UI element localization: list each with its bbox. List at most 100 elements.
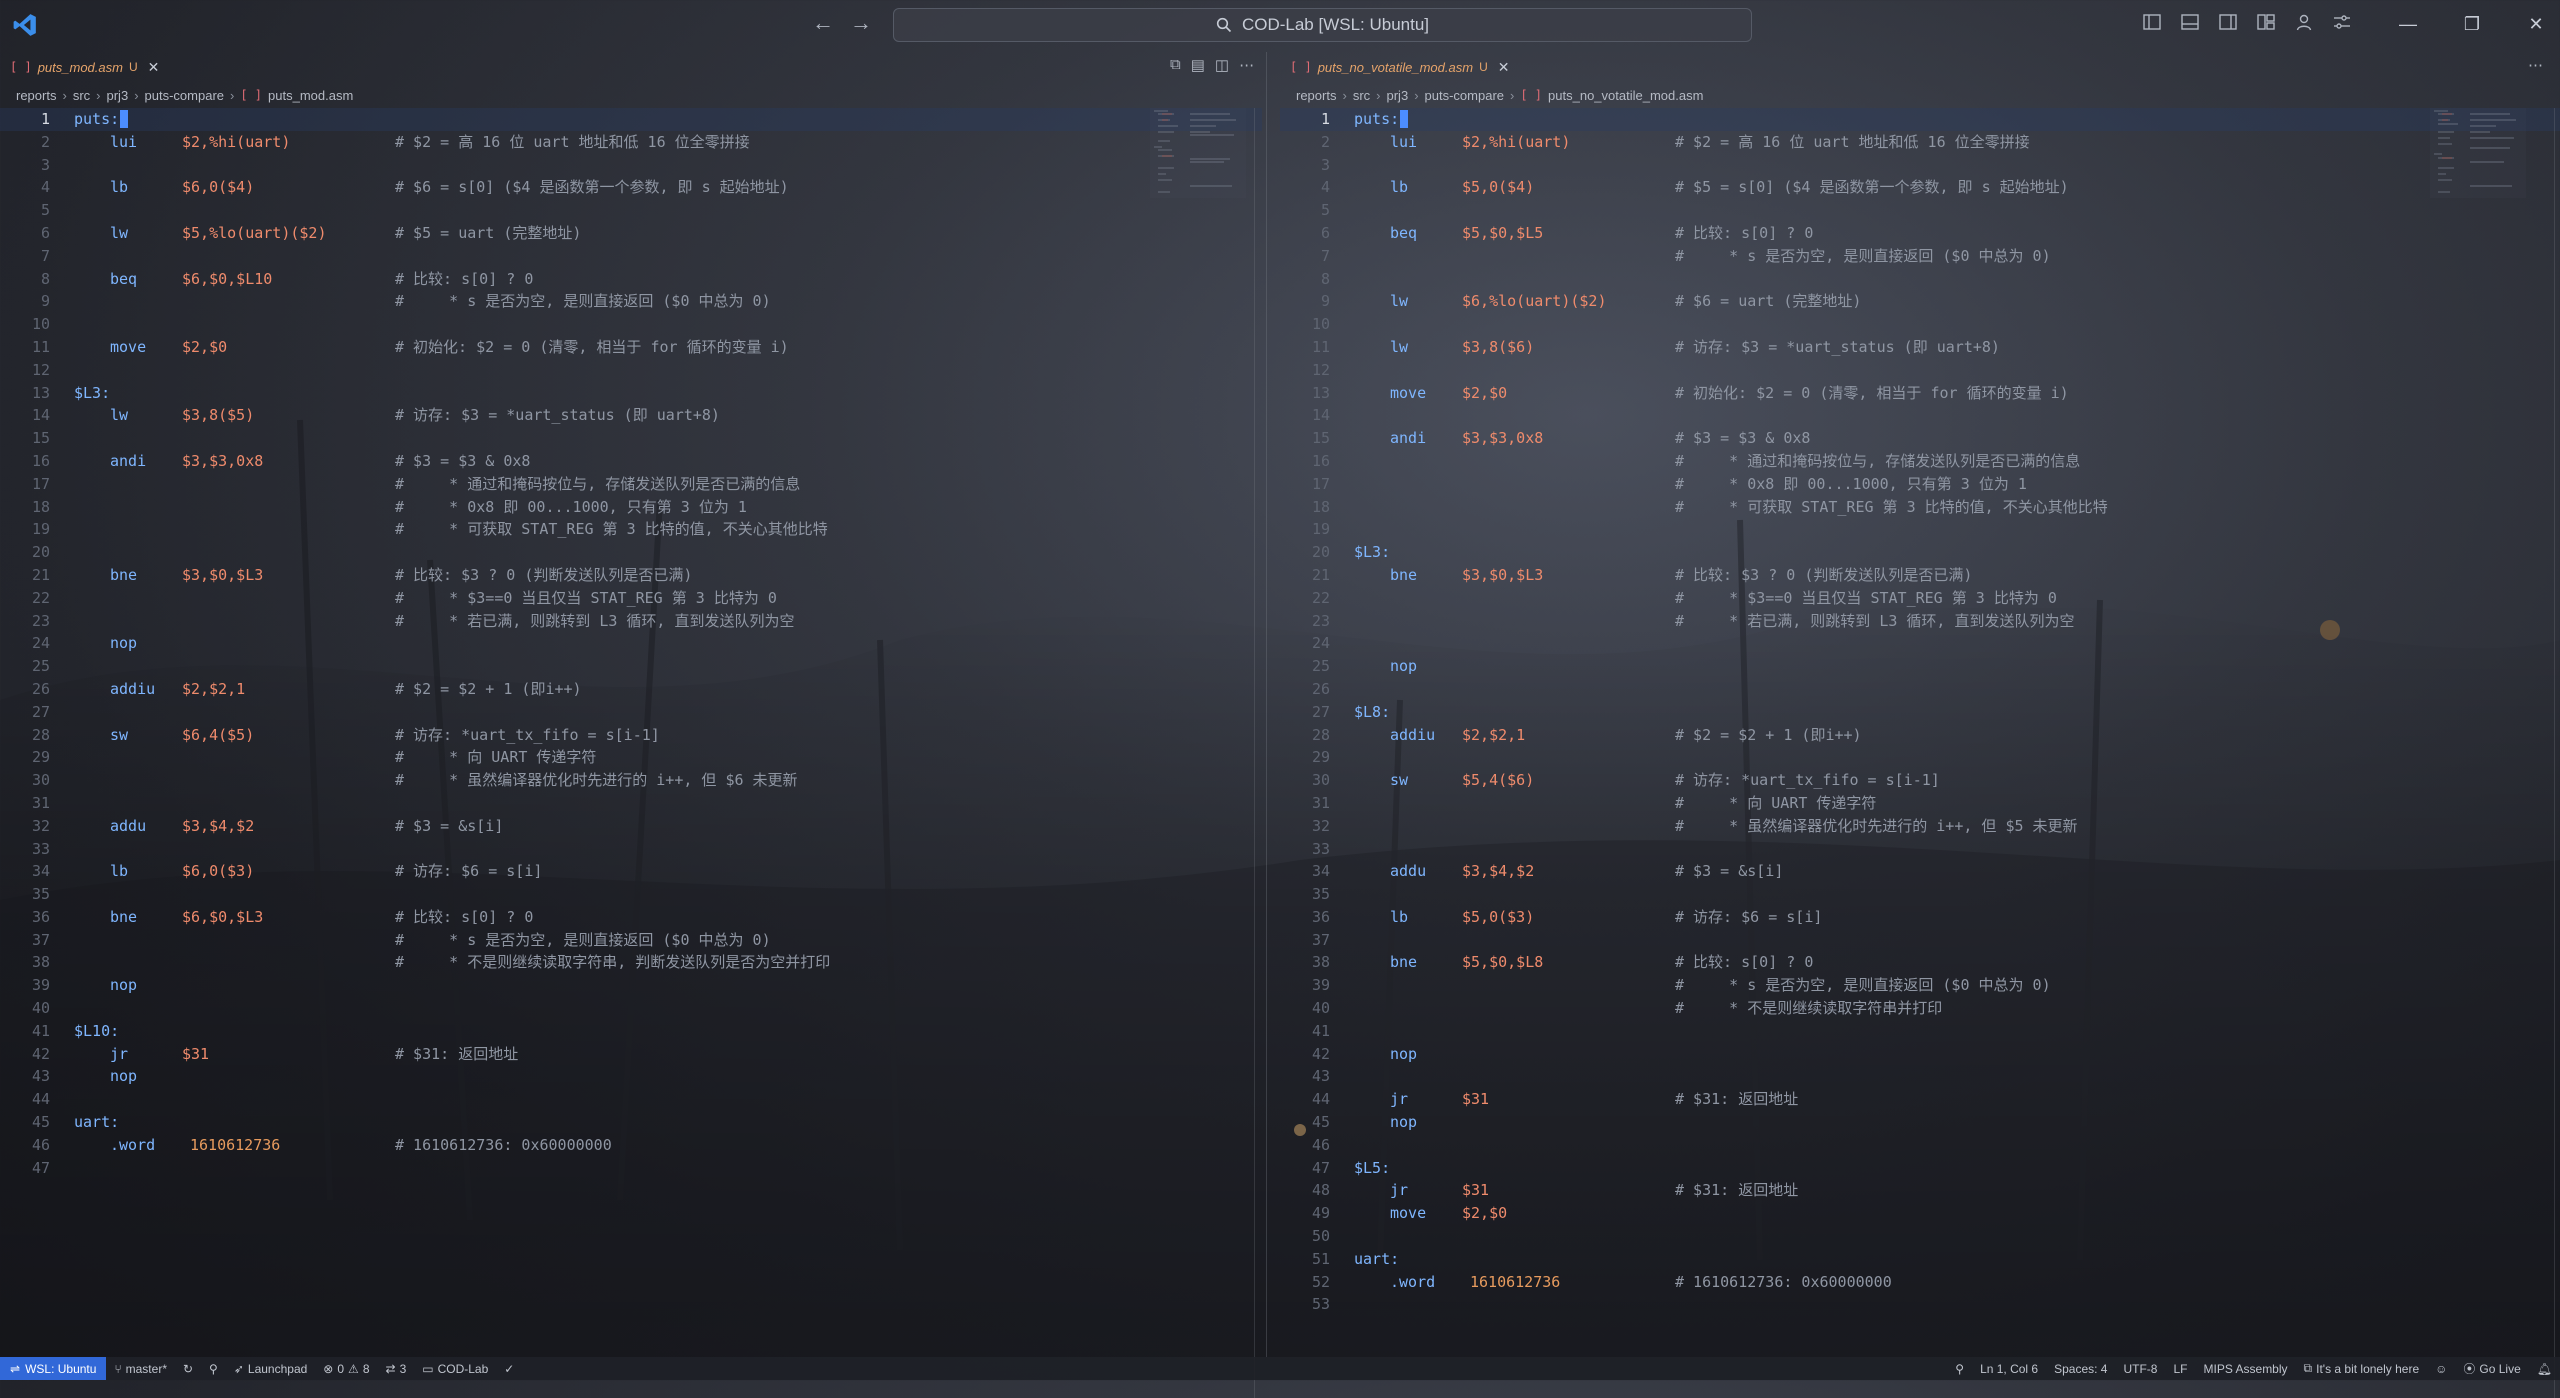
code-line[interactable]: 47 [0,1157,1262,1180]
code-line[interactable]: 40 [0,997,1262,1020]
end-of-line[interactable]: LF [2165,1362,2195,1376]
code-line[interactable]: 27 $L8: [1280,701,2560,724]
breadcrumb-item[interactable]: puts-compare [145,88,224,103]
code-line[interactable]: 31 # * 向 UART 传递字符 [1280,792,2560,815]
code-line[interactable]: 22 # * $3==0 当且仅当 STAT_REG 第 3 比特为 0 [1280,587,2560,610]
code-line[interactable]: 46 [1280,1134,2560,1157]
customize-layout-icon[interactable] [2254,10,2278,34]
code-line[interactable]: 52 .word 1610612736 # 1610612736: 0x6000000… [1280,1271,2560,1294]
minimap[interactable] [1150,108,1246,198]
code-line[interactable]: 21 bne $3,$0,$L3 # 比较: $3 ? 0 (判断发送队列是否已满) [1280,564,2560,587]
check-indicator[interactable]: ✓ [496,1362,522,1376]
code-line[interactable]: 11 move $2,$0 # 初始化: $2 = 0 (清零, 相当于 for 循环… [0,336,1262,359]
code-line[interactable]: 32 addu $3,$4,$2 # $3 = &s[i] [0,815,1262,838]
code-line[interactable]: 30 # * 虽然编译器优化时先进行的 i++, 但 $6 未更新 [0,769,1262,792]
more-actions-icon[interactable]: ⋯ [2528,56,2543,74]
toggle-panel-icon[interactable] [2178,10,2202,34]
code-line[interactable]: 21 bne $3,$0,$L3 # 比较: $3 ? 0 (判断发送队列是否已满) [0,564,1262,587]
code-line[interactable]: 5 [1280,199,2560,222]
code-line[interactable]: 22 # * $3==0 当且仅当 STAT_REG 第 3 比特为 0 [0,587,1262,610]
graph-button[interactable]: ⚲ [201,1362,226,1376]
code-line[interactable]: 26 addiu $2,$2,1 # $2 = $2 + 1 (即i++) [0,678,1262,701]
code-line[interactable]: 28 sw $6,4($5) # 访存: *uart_tx_fifo = s[i-1] [0,724,1262,747]
code-line[interactable]: 15 [0,427,1262,450]
breadcrumb-item[interactable]: src [73,88,90,103]
breadcrumb-item[interactable]: reports [16,88,56,103]
breadcrumb-item[interactable]: src [1353,88,1370,103]
code-line[interactable]: 7 # * s 是否为空, 是则直接返回 ($0 中总为 0) [1280,245,2560,268]
code-line[interactable]: 16 andi $3,$3,0x8 # $3 = $3 & 0x8 [0,450,1262,473]
breadcrumb-item[interactable]: prj3 [1387,88,1409,103]
code-line[interactable]: 27 [0,701,1262,724]
code-line[interactable]: 38 # * 不是则继续读取字符串, 判断发送队列是否为空并打印 [0,951,1262,974]
code-line[interactable]: 33 [0,838,1262,861]
code-line[interactable]: 19 # * 可获取 STAT_REG 第 3 比特的值, 不关心其他比特 [0,518,1262,541]
code-line[interactable]: 28 addiu $2,$2,1 # $2 = $2 + 1 (即i++) [1280,724,2560,747]
code-line[interactable]: 25 [0,655,1262,678]
code-line[interactable]: 9 lw $6,%lo(uart)($2) # $6 = uart (完整地址) [1280,290,2560,313]
command-center[interactable]: COD-Lab [WSL: Ubuntu] [893,8,1752,42]
code-line[interactable]: 37 # * s 是否为空, 是则直接返回 ($0 中总为 0) [0,929,1262,952]
code-line[interactable]: 36 lb $5,0($3) # 访存: $6 = s[i] [1280,906,2560,929]
notifications-button[interactable]: 🔔︎ [2529,1362,2560,1376]
code-line[interactable]: 31 [0,792,1262,815]
copilot-button[interactable]: ☺ [2427,1362,2455,1376]
zoom-button[interactable]: ⚲ [1947,1362,1972,1376]
code-line[interactable]: 20 $L3: [1280,541,2560,564]
breadcrumb-item[interactable]: prj3 [107,88,129,103]
problems-indicator[interactable]: ⊗ 0 ⚠ 8 [315,1362,377,1376]
copilot-status[interactable]: ⧉ It's a bit lonely here [2296,1361,2428,1376]
code-editor[interactable]: 1 puts: 2 lui $2,%hi(uart) # $2 = 高 16 位 uart… [0,108,1262,1179]
editor-group-sash[interactable] [1266,52,1277,1357]
encoding[interactable]: UTF-8 [2115,1362,2165,1376]
back-arrow-icon[interactable]: ← [812,10,834,36]
code-line[interactable]: 44 [0,1088,1262,1111]
code-line[interactable]: 17 # * 通过和掩码按位与, 存储发送队列是否已满的信息 [0,473,1262,496]
ports-indicator[interactable]: ⇄ 3 [378,1362,415,1376]
launchpad-button[interactable]: ➶ Launchpad [226,1362,315,1376]
code-line[interactable]: 8 beq $6,$0,$L10 # 比较: s[0] ? 0 [0,268,1262,291]
vscode-logo[interactable] [12,12,38,38]
code-line[interactable]: 17 # * 0x8 即 00...1000, 只有第 3 位为 1 [1280,473,2560,496]
code-line[interactable]: 4 lb $5,0($4) # $5 = s[0] ($4 是函数第一个参数, 即 s… [1280,176,2560,199]
accounts-icon[interactable] [2292,10,2316,34]
breadcrumb-item[interactable]: puts_no_votatile_mod.asm [1548,88,1703,103]
code-line[interactable]: 1 puts: [1280,108,2560,131]
breadcrumb-item[interactable]: reports [1296,88,1336,103]
code-line[interactable]: 13 move $2,$0 # 初始化: $2 = 0 (清零, 相当于 for 循环… [1280,382,2560,405]
code-line[interactable]: 25 nop [1280,655,2560,678]
code-line[interactable]: 39 nop [0,974,1262,997]
code-line[interactable]: 10 [1280,313,2560,336]
code-line[interactable]: 43 nop [0,1065,1262,1088]
code-line[interactable]: 26 [1280,678,2560,701]
minimap[interactable] [2430,108,2526,198]
preview-icon[interactable]: ▤ [1191,56,1205,74]
code-line[interactable]: 45 nop [1280,1111,2560,1134]
code-line[interactable]: 36 bne $6,$0,$L3 # 比较: s[0] ? 0 [0,906,1262,929]
code-line[interactable]: 32 # * 虽然编译器优化时先进行的 i++, 但 $5 未更新 [1280,815,2560,838]
close-tab-icon[interactable]: ✕ [1498,59,1510,76]
close-tab-icon[interactable]: ✕ [148,59,160,76]
more-actions-icon[interactable]: ⋯ [1239,56,1254,74]
code-line[interactable]: 2 lui $2,%hi(uart) # $2 = 高 16 位 uart 地址和低 … [0,131,1262,154]
forward-arrow-icon[interactable]: → [850,10,872,36]
code-line[interactable]: 42 jr $31 # $31: 返回地址 [0,1043,1262,1066]
tab-puts-mod[interactable]: [ ] puts_mod.asm U ✕ [0,52,169,82]
tab-puts-no-votatile-mod[interactable]: [ ] puts_no_votatile_mod.asm U ✕ [1280,52,1519,82]
code-line[interactable]: 18 # * 0x8 即 00...1000, 只有第 3 位为 1 [0,496,1262,519]
breadcrumb-item[interactable]: puts-compare [1425,88,1504,103]
language-mode[interactable]: MIPS Assembly [2196,1362,2296,1376]
code-line[interactable]: 3 [0,154,1262,177]
code-line[interactable]: 51 uart: [1280,1248,2560,1271]
code-editor[interactable]: 1 puts: 2 lui $2,%hi(uart) # $2 = 高 16 位 uart… [1280,108,2560,1316]
code-line[interactable]: 24 [1280,632,2560,655]
code-line[interactable]: 39 # * s 是否为空, 是则直接返回 ($0 中总为 0) [1280,974,2560,997]
code-line[interactable]: 11 lw $3,8($6) # 访存: $3 = *uart_status (即 u… [1280,336,2560,359]
code-line[interactable]: 18 # * 可获取 STAT_REG 第 3 比特的值, 不关心其他比特 [1280,496,2560,519]
sync-button[interactable]: ↻ [175,1362,201,1376]
indentation[interactable]: Spaces: 4 [2046,1362,2115,1376]
code-line[interactable]: 4 lb $6,0($4) # $6 = s[0] ($4 是函数第一个参数, 即 s… [0,176,1262,199]
code-line[interactable]: 30 sw $5,4($6) # 访存: *uart_tx_fifo = s[i-1] [1280,769,2560,792]
minimize-icon[interactable]: — [2376,6,2440,42]
scrollbar-track[interactable] [2554,108,2555,1398]
